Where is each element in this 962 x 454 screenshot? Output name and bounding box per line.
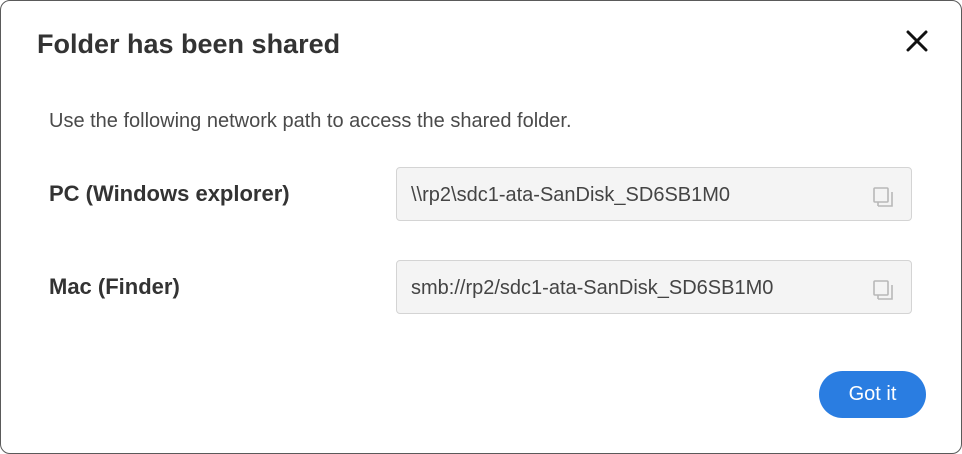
share-dialog: Folder has been shared Use the following… — [0, 0, 962, 454]
dialog-title: Folder has been shared — [37, 29, 341, 59]
close-button[interactable] — [901, 25, 933, 57]
pc-path-field[interactable]: \\rp2\sdc1-ata-SanDisk_SD6SB1M0 — [396, 167, 912, 221]
copy-icon[interactable] — [871, 278, 895, 302]
mac-path-field[interactable]: smb://rp2/sdc1-ata-SanDisk_SD6SB1M0 — [396, 260, 912, 314]
mac-path-value[interactable]: smb://rp2/sdc1-ata-SanDisk_SD6SB1M0 — [411, 276, 773, 300]
copy-icon[interactable] — [871, 185, 895, 209]
mac-path-label: Mac (Finder) — [49, 274, 180, 299]
dialog-description: Use the following network path to access… — [49, 110, 572, 132]
pc-path-label: PC (Windows explorer) — [49, 181, 290, 206]
got-it-button[interactable]: Got it — [819, 371, 926, 418]
pc-path-value[interactable]: \\rp2\sdc1-ata-SanDisk_SD6SB1M0 — [411, 183, 730, 207]
close-icon — [906, 30, 928, 52]
